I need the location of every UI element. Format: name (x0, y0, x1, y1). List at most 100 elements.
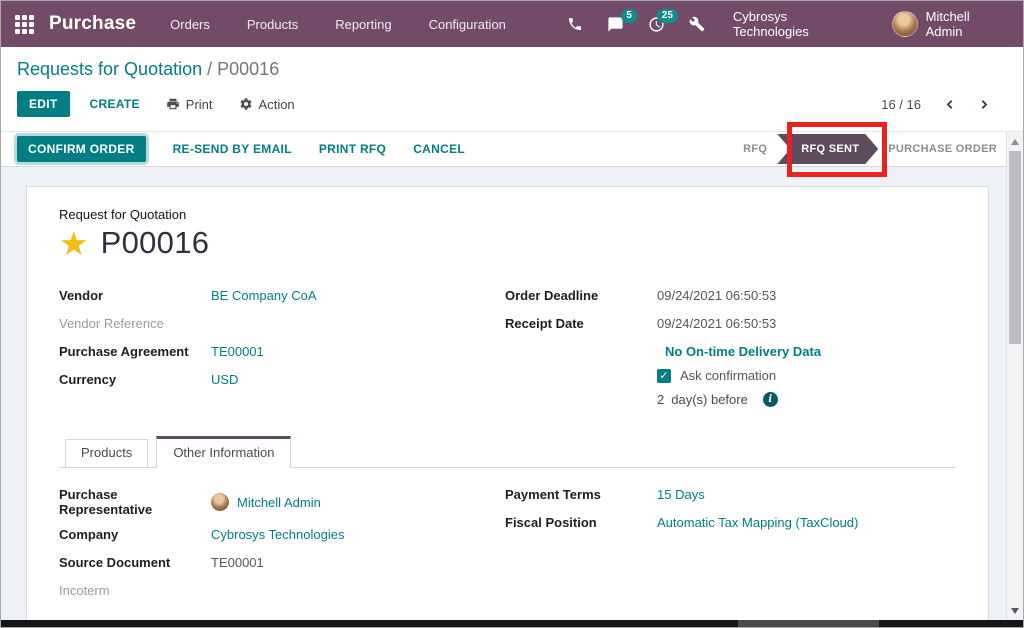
reminder-suffix: day(s) before (671, 392, 748, 407)
form-sheet: Request for Quotation ★ P00016 Vendor BE… (26, 186, 989, 620)
horizontal-scrollbar-thumb[interactable] (738, 620, 879, 627)
vertical-scrollbar-thumb[interactable] (1009, 151, 1021, 344)
field-company: Company Cybrosys Technologies (59, 527, 505, 545)
state-rfq-sent-active[interactable]: RFQ SENT (777, 134, 878, 164)
receipt-date-value: 09/24/2021 06:50:53 (657, 316, 776, 334)
nav-menu-orders[interactable]: Orders (170, 17, 210, 32)
fiscal-position-value[interactable]: Automatic Tax Mapping (TaxCloud) (657, 515, 858, 533)
messages-icon[interactable]: 5 (607, 16, 624, 33)
cancel-button[interactable]: CANCEL (413, 142, 465, 156)
field-ask-confirmation: ✓ Ask confirmation (657, 368, 956, 383)
chevron-right-icon (978, 98, 991, 111)
delivery-block: No On-time Delivery Data ✓ Ask confirmat… (657, 344, 956, 407)
info-icon[interactable]: i (763, 392, 778, 407)
purchase-agreement-label: Purchase Agreement (59, 344, 211, 362)
field-reminder: 2 day(s) before i (657, 392, 956, 407)
horizontal-scrollbar[interactable] (1, 620, 1023, 627)
field-currency: Currency USD (59, 372, 505, 390)
vendor-label: Vendor (59, 288, 211, 306)
breadcrumb-current: P00016 (217, 59, 279, 79)
doc-type-label: Request for Quotation (59, 207, 956, 222)
field-column-right: Order Deadline 09/24/2021 06:50:53 Recei… (505, 288, 956, 407)
top-navbar: Purchase Orders Products Reporting Confi… (1, 1, 1023, 47)
odoo-purchase-window: Purchase Orders Products Reporting Confi… (0, 0, 1024, 628)
status-widget: RFQ RFQ SENT PURCHASE ORDER (743, 134, 997, 164)
resend-by-email-button[interactable]: RE-SEND BY EMAIL (173, 142, 292, 156)
ask-confirmation-checkbox[interactable]: ✓ (657, 369, 671, 383)
field-vendor-reference: Vendor Reference (59, 316, 505, 334)
tab-products[interactable]: Products (65, 439, 148, 467)
confirm-order-button[interactable]: CONFIRM ORDER (17, 136, 146, 162)
pager-previous-button[interactable] (943, 98, 956, 111)
other-info-column-left: Purchase Representative Mitchell Admin C… (59, 487, 505, 611)
field-purchase-representative: Purchase Representative Mitchell Admin (59, 487, 505, 517)
print-button[interactable]: Print (166, 97, 213, 112)
action-label: Action (259, 97, 295, 112)
vendor-reference-label: Vendor Reference (59, 316, 211, 334)
scroll-down-arrow[interactable] (1011, 608, 1019, 614)
field-column-left: Vendor BE Company CoA Vendor Reference P… (59, 288, 505, 407)
breadcrumb: Requests for Quotation / P00016 (17, 56, 1007, 82)
state-purchase-order[interactable]: PURCHASE ORDER (888, 143, 997, 155)
field-vendor: Vendor BE Company CoA (59, 288, 505, 306)
control-panel-buttons: EDIT CREATE Print Action 16 / 16 (17, 91, 1007, 117)
scroll-up-arrow[interactable] (1011, 139, 1019, 145)
user-avatar[interactable] (892, 11, 918, 37)
state-rfq[interactable]: RFQ (743, 143, 767, 155)
currency-value[interactable]: USD (211, 372, 238, 390)
activities-badge: 25 (657, 9, 678, 23)
field-grid-other-info: Purchase Representative Mitchell Admin C… (59, 487, 956, 611)
source-document-label: Source Document (59, 555, 211, 573)
edit-button[interactable]: EDIT (17, 91, 70, 117)
systray: 5 25 Cybrosys Technologies Mitchell Admi… (543, 9, 1009, 39)
pager-next-button[interactable] (978, 98, 991, 111)
fiscal-position-label: Fiscal Position (505, 515, 657, 533)
chevron-left-icon (943, 98, 956, 111)
currency-label: Currency (59, 372, 211, 390)
company-label: Company (59, 527, 211, 545)
other-information-pane: Purchase Representative Mitchell Admin C… (59, 468, 956, 611)
form-view: Request for Quotation ★ P00016 Vendor BE… (1, 167, 1023, 620)
vendor-value[interactable]: BE Company CoA (211, 288, 317, 306)
nav-menu-reporting[interactable]: Reporting (335, 17, 391, 32)
messages-badge: 5 (621, 9, 637, 23)
field-receipt-date: Receipt Date 09/24/2021 06:50:53 (505, 316, 956, 334)
nav-menu-configuration[interactable]: Configuration (429, 17, 506, 32)
reminder-value: 2 (657, 392, 664, 407)
action-button[interactable]: Action (239, 97, 295, 112)
form-statusbar: CONFIRM ORDER RE-SEND BY EMAIL PRINT RFQ… (1, 131, 1023, 167)
purchase-representative-value[interactable]: Mitchell Admin (237, 495, 321, 510)
tab-other-information[interactable]: Other Information (156, 436, 291, 468)
app-name[interactable]: Purchase (49, 13, 136, 35)
favorite-star-icon[interactable]: ★ (59, 227, 89, 260)
incoterm-label: Incoterm (59, 583, 211, 601)
control-panel: Requests for Quotation / P00016 EDIT CRE… (1, 47, 1023, 131)
activities-icon[interactable]: 25 (648, 16, 665, 33)
apps-menu-icon[interactable] (15, 15, 34, 34)
field-purchase-agreement: Purchase Agreement TE00001 (59, 344, 505, 362)
breadcrumb-separator: / (207, 59, 217, 79)
user-menu[interactable]: Mitchell Admin (926, 9, 1009, 39)
phone-icon[interactable] (567, 16, 583, 32)
nav-menu-products[interactable]: Products (247, 17, 298, 32)
breadcrumb-parent-link[interactable]: Requests for Quotation (17, 59, 202, 79)
on-time-delivery-note: No On-time Delivery Data (665, 344, 956, 359)
pager-value[interactable]: 16 / 16 (881, 97, 921, 112)
order-deadline-value: 09/24/2021 06:50:53 (657, 288, 776, 306)
purchase-agreement-value[interactable]: TE00001 (211, 344, 264, 362)
payment-terms-value[interactable]: 15 Days (657, 487, 705, 505)
create-button[interactable]: CREATE (90, 97, 140, 111)
tools-icon[interactable] (689, 16, 705, 32)
field-grid-top: Vendor BE Company CoA Vendor Reference P… (59, 288, 956, 407)
source-document-value: TE00001 (211, 555, 264, 573)
company-value[interactable]: Cybrosys Technologies (211, 527, 344, 545)
field-source-document: Source Document TE00001 (59, 555, 505, 573)
receipt-date-label: Receipt Date (505, 316, 657, 334)
record-title: P00016 (101, 225, 210, 261)
other-info-column-right: Payment Terms 15 Days Fiscal Position Au… (505, 487, 956, 611)
vertical-scrollbar[interactable] (1006, 132, 1023, 620)
print-label: Print (186, 97, 213, 112)
company-switcher[interactable]: Cybrosys Technologies (733, 9, 866, 39)
print-rfq-button[interactable]: PRINT RFQ (319, 142, 386, 156)
gear-icon (239, 97, 253, 111)
